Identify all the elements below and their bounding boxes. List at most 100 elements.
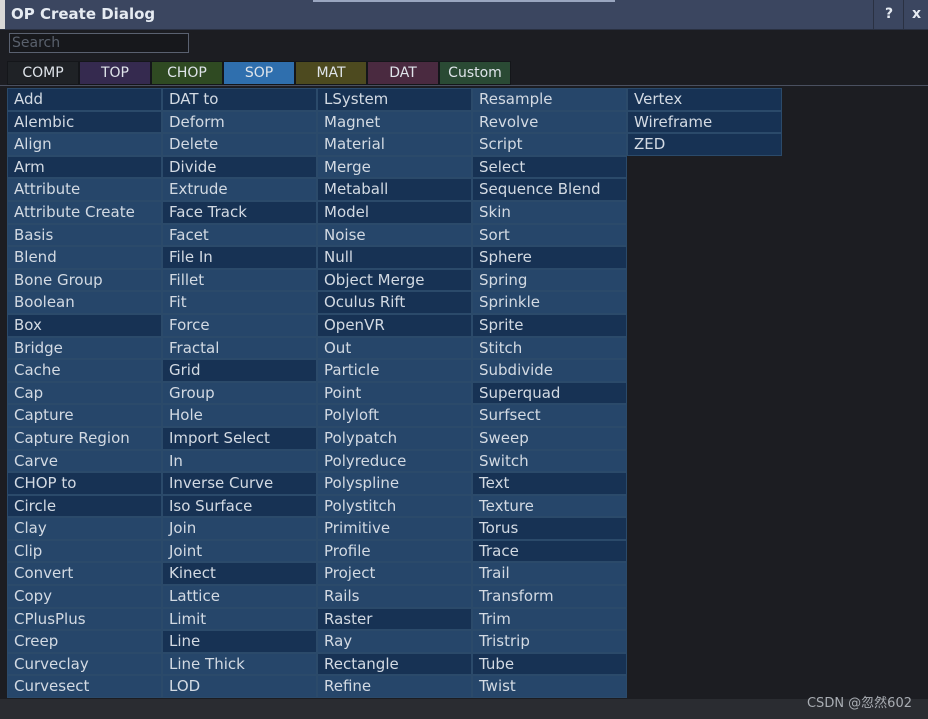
operator-item[interactable]: Model — [317, 200, 472, 224]
operator-item[interactable]: Project — [317, 562, 472, 586]
operator-item[interactable]: OpenVR — [317, 313, 472, 337]
operator-item[interactable]: Boolean — [7, 291, 162, 314]
operator-item[interactable]: In — [162, 449, 317, 473]
operator-item[interactable]: Deform — [162, 110, 317, 134]
operator-item[interactable]: Vertex — [627, 88, 782, 111]
operator-item[interactable]: Capture — [7, 404, 162, 427]
tab-dat[interactable]: DAT — [367, 61, 439, 85]
operator-item[interactable]: Script — [472, 133, 627, 156]
operator-item[interactable]: Stitch — [472, 336, 627, 360]
operator-item[interactable]: Box — [7, 313, 162, 337]
operator-item[interactable]: Select — [472, 155, 627, 179]
tab-custom[interactable]: Custom — [439, 61, 511, 85]
operator-item[interactable]: Bone Group — [7, 268, 162, 292]
operator-item[interactable]: Raster — [317, 607, 472, 631]
operator-item[interactable]: Trim — [472, 607, 627, 631]
operator-item[interactable]: Arm — [7, 155, 162, 179]
operator-item[interactable]: Primitive — [317, 517, 472, 540]
operator-item[interactable]: Basis — [7, 223, 162, 247]
operator-item[interactable]: Magnet — [317, 110, 472, 134]
operator-item[interactable]: Join — [162, 517, 317, 540]
operator-item[interactable]: Sphere — [472, 246, 627, 269]
operator-item[interactable]: Out — [317, 336, 472, 360]
operator-item[interactable]: Convert — [7, 562, 162, 586]
operator-item[interactable]: Align — [7, 133, 162, 156]
operator-item[interactable]: Limit — [162, 607, 317, 631]
operator-item[interactable]: Subdivide — [472, 359, 627, 382]
operator-item[interactable]: Point — [317, 381, 472, 405]
tab-chop[interactable]: CHOP — [151, 61, 223, 85]
operator-item[interactable]: Switch — [472, 449, 627, 473]
operator-item[interactable]: LSystem — [317, 88, 472, 111]
operator-item[interactable]: Iso Surface — [162, 494, 317, 518]
operator-item[interactable]: Texture — [472, 494, 627, 518]
operator-item[interactable]: Wireframe — [627, 110, 782, 134]
operator-item[interactable]: Sort — [472, 223, 627, 247]
operator-item[interactable]: Fit — [162, 291, 317, 314]
operator-item[interactable]: Revolve — [472, 110, 627, 134]
operator-item[interactable]: Sprite — [472, 313, 627, 337]
operator-item[interactable]: Material — [317, 133, 472, 156]
operator-item[interactable]: Divide — [162, 155, 317, 179]
tab-sop[interactable]: SOP — [223, 61, 295, 85]
operator-item[interactable]: Transform — [472, 585, 627, 608]
close-button[interactable]: x — [903, 0, 928, 29]
operator-item[interactable]: Fractal — [162, 336, 317, 360]
operator-item[interactable]: Attribute Create — [7, 200, 162, 224]
operator-item[interactable]: Text — [472, 472, 627, 495]
operator-item[interactable]: Polyreduce — [317, 449, 472, 473]
operator-item[interactable]: Superquad — [472, 381, 627, 405]
operator-item[interactable]: Curveclay — [7, 652, 162, 676]
operator-item[interactable]: Add — [7, 88, 162, 111]
operator-item[interactable]: LOD — [162, 675, 317, 699]
operator-item[interactable]: Attribute — [7, 178, 162, 201]
operator-item[interactable]: Delete — [162, 133, 317, 156]
help-button[interactable]: ? — [873, 0, 904, 29]
operator-item[interactable]: Metaball — [317, 178, 472, 201]
operator-item[interactable]: Null — [317, 246, 472, 269]
operator-item[interactable]: Kinect — [162, 562, 317, 586]
operator-item[interactable]: Cache — [7, 359, 162, 382]
operator-item[interactable]: Torus — [472, 517, 627, 540]
operator-item[interactable]: Polypatch — [317, 426, 472, 450]
operator-item[interactable]: Import Select — [162, 426, 317, 450]
operator-item[interactable]: Trace — [472, 539, 627, 563]
operator-item[interactable]: Force — [162, 313, 317, 337]
operator-item[interactable]: Group — [162, 381, 317, 405]
operator-item[interactable]: DAT to — [162, 88, 317, 111]
operator-item[interactable]: Sequence Blend — [472, 178, 627, 201]
operator-item[interactable]: Polyspline — [317, 472, 472, 495]
operator-item[interactable]: Trail — [472, 562, 627, 586]
operator-item[interactable]: Hole — [162, 404, 317, 427]
operator-item[interactable]: Alembic — [7, 110, 162, 134]
operator-item[interactable]: Sweep — [472, 426, 627, 450]
tab-top[interactable]: TOP — [79, 61, 151, 85]
operator-item[interactable]: Profile — [317, 539, 472, 563]
tab-mat[interactable]: MAT — [295, 61, 367, 85]
operator-item[interactable]: Circle — [7, 494, 162, 518]
operator-item[interactable]: Polyloft — [317, 404, 472, 427]
operator-item[interactable]: Refine — [317, 675, 472, 699]
operator-item[interactable]: Oculus Rift — [317, 291, 472, 314]
operator-item[interactable]: Tube — [472, 652, 627, 676]
operator-item[interactable]: Line — [162, 630, 317, 653]
operator-item[interactable]: CPlusPlus — [7, 607, 162, 631]
operator-item[interactable]: Rails — [317, 585, 472, 608]
operator-item[interactable]: Clay — [7, 517, 162, 540]
operator-item[interactable]: Extrude — [162, 178, 317, 201]
operator-item[interactable]: ZED — [627, 133, 782, 156]
operator-item[interactable]: Clip — [7, 539, 162, 563]
operator-item[interactable]: Particle — [317, 359, 472, 382]
operator-item[interactable]: Rectangle — [317, 652, 472, 676]
operator-item[interactable]: Object Merge — [317, 268, 472, 292]
operator-item[interactable]: File In — [162, 246, 317, 269]
operator-item[interactable]: Merge — [317, 155, 472, 179]
search-input[interactable] — [9, 33, 189, 53]
operator-item[interactable]: Ray — [317, 630, 472, 653]
operator-item[interactable]: Face Track — [162, 200, 317, 224]
operator-item[interactable]: Copy — [7, 585, 162, 608]
operator-item[interactable]: Polystitch — [317, 494, 472, 518]
operator-item[interactable]: Line Thick — [162, 652, 317, 676]
operator-item[interactable]: Skin — [472, 200, 627, 224]
operator-item[interactable]: Creep — [7, 630, 162, 653]
